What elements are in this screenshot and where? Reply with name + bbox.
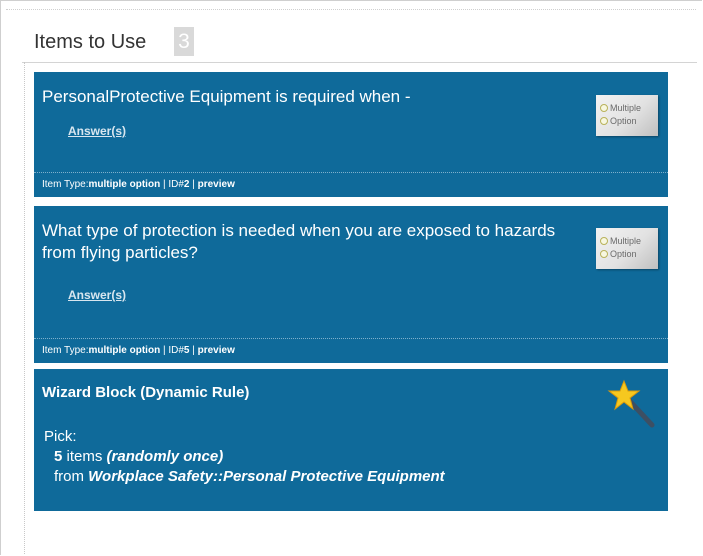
items-word: items	[62, 448, 107, 465]
footer-separator: |	[189, 179, 198, 190]
item-card[interactable]: PersonalProtective Equipment is required…	[34, 72, 668, 197]
item-type-label: Item Type:	[42, 345, 89, 356]
radio-icon	[600, 237, 608, 245]
multiple-option-icon: Multiple Option	[596, 228, 658, 269]
drop-zone-border	[24, 62, 25, 554]
wizard-block[interactable]: Wizard Block (Dynamic Rule) Pick: 5 item…	[34, 369, 668, 511]
item-count-badge: 3	[174, 27, 194, 56]
item-id-label: | ID#	[160, 345, 184, 356]
wizard-title: Wizard Block (Dynamic Rule)	[42, 384, 250, 401]
top-divider	[6, 9, 696, 10]
item-footer: Item Type:multiple option | ID#2 | previ…	[34, 172, 668, 197]
source-line: from Workplace Safety::Personal Protecti…	[44, 467, 445, 487]
item-type-value: multiple option	[88, 345, 161, 356]
magic-wand-icon	[607, 379, 655, 428]
pick-count-line: 5 items (randomly once)	[44, 447, 445, 467]
radio-icon	[600, 117, 608, 125]
item-type-value: multiple option	[88, 179, 161, 190]
item-question: PersonalProtective Equipment is required…	[42, 87, 411, 106]
multiple-option-icon: Multiple Option	[596, 95, 658, 136]
panel-header: Items to Use 3	[22, 22, 697, 63]
wizard-rule: Pick: 5 items (randomly once) from Workp…	[44, 427, 445, 487]
item-id-label: | ID#	[160, 179, 184, 190]
item-question: What type of protection is needed when y…	[42, 221, 556, 262]
footer-separator: |	[189, 345, 198, 356]
type-icon-line2: Option	[610, 249, 637, 259]
source-category: Workplace Safety::Personal Protective Eq…	[88, 468, 445, 485]
item-card[interactable]: What type of protection is needed when y…	[34, 206, 668, 363]
type-icon-line1: Multiple	[610, 236, 642, 246]
preview-link[interactable]: preview	[198, 179, 235, 190]
answers-link[interactable]: Answer(s)	[68, 288, 126, 302]
page-title: Items to Use	[34, 31, 147, 53]
item-footer: Item Type:multiple option | ID#5 | previ…	[34, 338, 668, 363]
pick-label: Pick:	[44, 428, 77, 445]
radio-icon	[600, 250, 608, 258]
item-type-label: Item Type:	[42, 179, 89, 190]
answers-link[interactable]: Answer(s)	[68, 124, 126, 138]
from-label: from	[54, 468, 89, 485]
radio-icon	[600, 104, 608, 112]
type-icon-line2: Option	[610, 116, 637, 126]
pick-mode: (randomly once)	[106, 448, 224, 465]
type-icon-line1: Multiple	[610, 103, 642, 113]
preview-link[interactable]: preview	[198, 345, 235, 356]
